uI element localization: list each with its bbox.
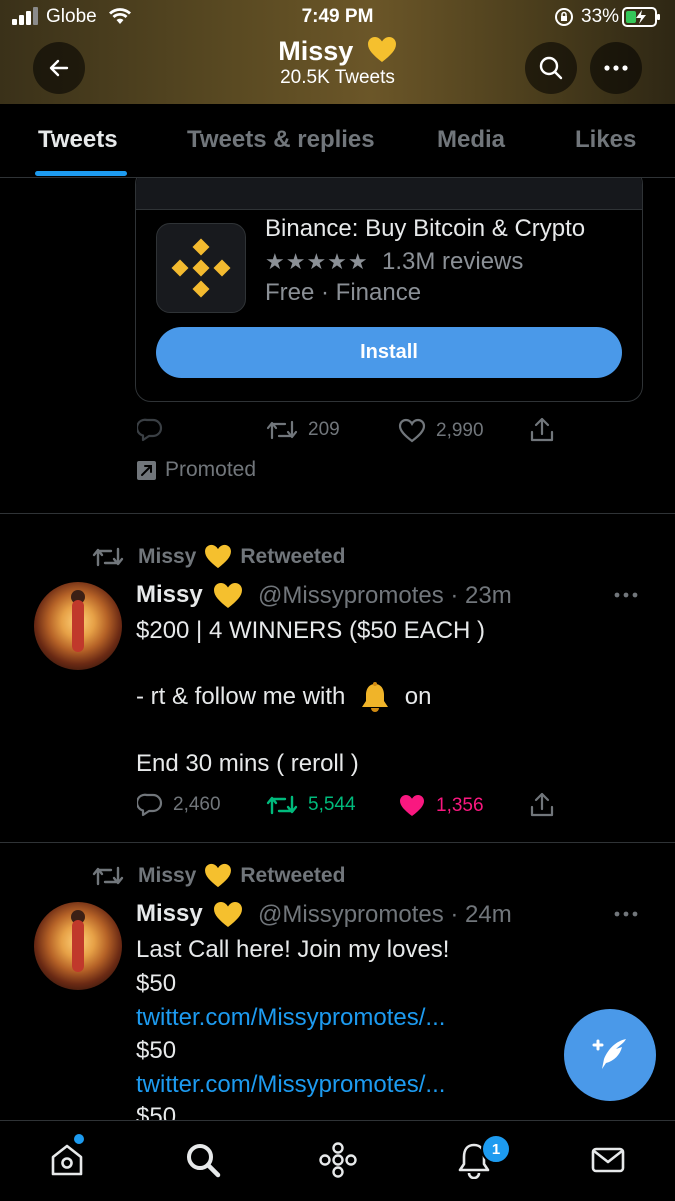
retweet-icon — [92, 864, 124, 888]
tweet-text-line: $200 | 4 WINNERS ($50 EACH ) — [136, 617, 486, 644]
tab-tweets[interactable]: Tweets — [38, 126, 118, 154]
tweet-text-line: $50 — [136, 1103, 177, 1120]
author-handle-time[interactable]: @Missypromotes · 23m — [258, 582, 512, 610]
reply-count: 2,460 — [173, 794, 221, 815]
spaces-icon[interactable] — [318, 1141, 358, 1179]
tweet-text-line: $50 — [136, 970, 177, 997]
yellow-heart-icon — [213, 582, 243, 609]
tweet-more-button[interactable] — [614, 911, 638, 917]
retweeter-name[interactable]: Missy — [138, 545, 196, 569]
yellow-heart-icon — [213, 901, 243, 928]
app-install-card[interactable]: Binance: Buy Bitcoin & Crypto ★★★★★ 1.3M… — [135, 178, 643, 402]
divider — [0, 842, 675, 843]
battery-percent: 33% — [581, 6, 620, 27]
retweet-icon — [92, 545, 124, 569]
promoted-icon — [136, 460, 157, 481]
tweet-text-line: End 30 mins ( reroll ) — [136, 750, 359, 777]
retweet-button[interactable]: 5,544 — [266, 793, 356, 817]
reply-icon — [137, 793, 163, 817]
heart-outline-icon — [398, 418, 426, 443]
search-button[interactable] — [525, 42, 577, 94]
active-tab-indicator — [35, 171, 127, 176]
bottom-navigation — [0, 1120, 675, 1201]
more-options-button[interactable] — [590, 42, 642, 94]
like-button[interactable]: 1,356 — [398, 793, 484, 818]
profile-header: Globe 7:49 PM 33% Missy 20.5K Tweets — [0, 0, 675, 104]
share-icon — [528, 791, 556, 819]
profile-name-text: Missy — [278, 36, 354, 66]
retweet-button[interactable]: 209 — [266, 418, 340, 442]
battery-charging-icon — [622, 6, 662, 28]
like-count: 1,356 — [436, 794, 484, 816]
home-icon[interactable] — [48, 1141, 86, 1179]
ellipsis-icon — [614, 592, 638, 598]
tab-likes[interactable]: Likes — [575, 126, 636, 154]
yellow-heart-icon — [204, 544, 232, 569]
tweet-text-line: $50 — [136, 1037, 177, 1064]
heart-filled-icon — [398, 793, 426, 818]
like-button[interactable]: 2,990 — [398, 418, 484, 443]
ellipsis-icon — [604, 65, 628, 71]
messages-envelope-icon[interactable] — [589, 1141, 627, 1179]
promoted-label: Promoted — [136, 458, 256, 482]
search-icon[interactable] — [184, 1141, 222, 1179]
tweet-link[interactable]: twitter.com/Missypromotes/... — [136, 1071, 445, 1099]
tweet-author[interactable]: Missy — [136, 581, 243, 609]
status-bar: Globe 7:49 PM 33% — [0, 0, 675, 36]
notifications-badge: 1 — [481, 1134, 511, 1164]
profile-tabs: Tweets Tweets & replies Media Likes — [0, 104, 675, 178]
share-button[interactable] — [528, 791, 566, 819]
author-name: Missy — [136, 900, 203, 927]
reply-button[interactable]: 2,460 — [137, 793, 221, 817]
retweeter-name[interactable]: Missy — [138, 864, 196, 888]
avatar[interactable] — [34, 582, 122, 670]
tweet-text-line: - rt & follow me with on — [136, 680, 431, 715]
tweet-author[interactable]: Missy — [136, 900, 243, 928]
reply-button[interactable] — [137, 418, 173, 442]
tweet-more-button[interactable] — [614, 592, 638, 598]
app-category: Free · Finance — [265, 279, 422, 306]
author-name: Missy — [136, 581, 203, 608]
tweet-text-line: Last Call here! Join my loves! — [136, 936, 450, 963]
divider — [0, 513, 675, 514]
share-button[interactable] — [528, 416, 566, 444]
orientation-lock-icon — [554, 7, 574, 27]
retweet-icon — [266, 793, 298, 817]
search-icon — [538, 55, 564, 81]
retweet-count: 5,544 — [308, 794, 356, 815]
tweet-feed[interactable]: Binance: Buy Bitcoin & Crypto ★★★★★ 1.3M… — [0, 178, 675, 1120]
yellow-heart-icon — [367, 36, 397, 63]
avatar[interactable] — [34, 902, 122, 990]
compose-tweet-button[interactable] — [564, 1009, 656, 1101]
card-media — [136, 178, 642, 210]
author-handle-time[interactable]: @Missypromotes · 24m — [258, 901, 512, 929]
tweet-link[interactable]: twitter.com/Missypromotes/... — [136, 1004, 445, 1032]
retweet-count: 209 — [308, 419, 340, 440]
retweet-icon — [266, 418, 298, 442]
yellow-heart-icon — [204, 863, 232, 888]
tab-media[interactable]: Media — [437, 126, 505, 154]
reply-icon — [137, 418, 163, 442]
ellipsis-icon — [614, 911, 638, 917]
compose-feather-icon — [588, 1033, 632, 1077]
like-count: 2,990 — [436, 419, 484, 441]
retweeted-label: Retweeted — [240, 863, 346, 887]
rating-stars: ★★★★★ — [265, 249, 369, 274]
app-name: Binance: Buy Bitcoin & Crypto — [265, 215, 586, 242]
retweeted-by-line: Missy Retweeted — [92, 863, 345, 888]
bell-icon — [358, 681, 392, 715]
retweeted-label: Retweeted — [240, 544, 346, 568]
review-count: 1.3M reviews — [382, 248, 524, 275]
share-icon — [528, 416, 556, 444]
home-new-dot — [74, 1134, 84, 1144]
tab-tweets-and-replies[interactable]: Tweets & replies — [187, 126, 375, 154]
binance-logo-icon — [156, 223, 246, 313]
install-button[interactable]: Install — [156, 327, 622, 378]
promoted-text: Promoted — [165, 458, 257, 481]
retweeted-by-line: Missy Retweeted — [92, 544, 345, 569]
